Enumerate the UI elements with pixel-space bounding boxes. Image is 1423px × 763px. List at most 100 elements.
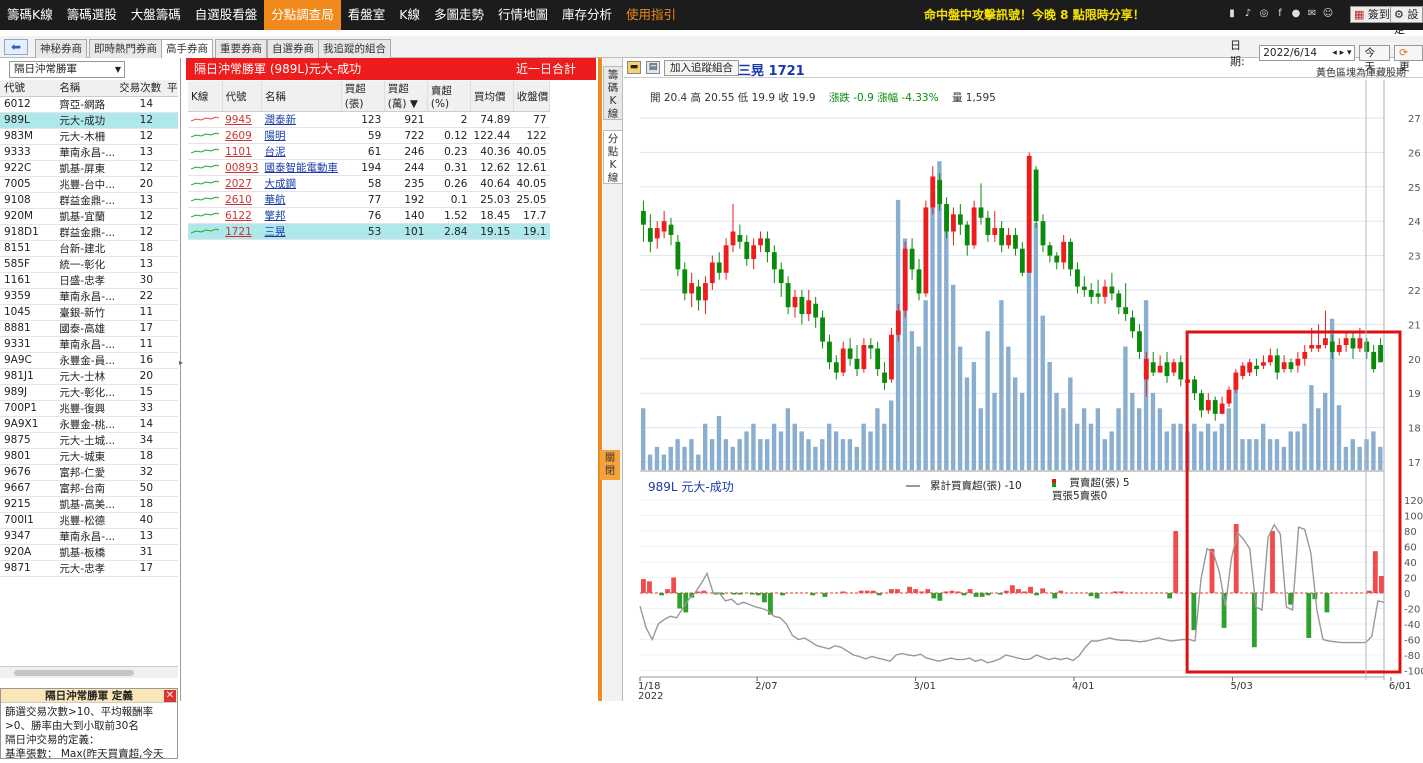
back-arrow-icon[interactable]: ⬅ <box>4 39 28 55</box>
mid-col-2[interactable]: 名稱 <box>261 81 342 112</box>
panel-divider[interactable] <box>598 58 602 701</box>
broker-row[interactable]: 9667 富邦-台南 50 <box>0 480 178 497</box>
broker-row[interactable]: 7005 兆豐-台中... 20 <box>0 176 178 193</box>
stock-cell[interactable]: 2027 <box>222 175 262 192</box>
stock-row[interactable]: 9945 潤泰新 123 921 2 74.89 77 <box>188 111 550 128</box>
stock-cell[interactable]: 國泰智能電動車 <box>261 159 342 176</box>
headset-icon[interactable]: ◎ <box>1258 7 1270 21</box>
broker-row[interactable]: 1045 臺銀-新竹 11 <box>0 304 178 321</box>
mid-col-6[interactable]: 買均價 <box>470 81 514 112</box>
chat-icon[interactable]: ● <box>1290 7 1302 21</box>
broker-row[interactable]: 8151 台新-建北 18 <box>0 240 178 257</box>
nav-item-4[interactable]: 分點調查局 <box>264 0 341 30</box>
nav-item-7[interactable]: 多圖走勢 <box>427 0 491 30</box>
broker-row[interactable]: 920M 凱基-宜蘭 12 <box>0 208 178 225</box>
promo-banner[interactable]: 命中盤中攻擊訊號！今晚 8 點限時分享！ <box>924 0 1145 30</box>
tab-chip-kline[interactable]: 籌碼K線 <box>603 66 623 120</box>
left-col-3[interactable]: 平 <box>163 80 178 97</box>
user-icon[interactable]: ☺ <box>1322 7 1334 21</box>
nav-item-0[interactable]: 籌碼K線 <box>0 0 60 30</box>
broker-row[interactable]: 9676 富邦-仁愛 32 <box>0 464 178 481</box>
tab-broker-1[interactable]: 即時熱門券商 <box>89 39 162 58</box>
strategy-dropdown[interactable]: 隔日沖常勝軍 ▼ <box>9 61 125 78</box>
broker-row[interactable]: 9875 元大-土城... 34 <box>0 432 178 449</box>
stock-cell[interactable]: 1101 <box>222 143 262 160</box>
broker-row[interactable]: 9801 元大-城東 18 <box>0 448 178 465</box>
scrollbar-thumb[interactable] <box>14 670 134 676</box>
add-tracking-button[interactable]: 加入追蹤組合 <box>664 60 739 76</box>
broker-row[interactable]: 9871 元大-忠孝 17 <box>0 560 178 577</box>
stock-cell[interactable]: 6122 <box>222 207 262 224</box>
broker-row[interactable]: 8881 國泰-高雄 17 <box>0 320 178 337</box>
tab-broker-0[interactable]: 神秘券商 <box>35 39 87 58</box>
stock-cell[interactable]: 擎邦 <box>261 207 342 224</box>
save-icon[interactable]: ▤ <box>646 61 660 74</box>
stock-row[interactable]: 2609 陽明 59 722 0.12 122.44 122 <box>188 127 550 144</box>
nav-item-3[interactable]: 自選股看盤 <box>188 0 265 30</box>
broker-row[interactable]: 9108 群益金鼎-... 13 <box>0 192 178 209</box>
facebook-icon[interactable]: f <box>1274 7 1286 21</box>
broker-row[interactable]: 9333 華南永昌-... 13 <box>0 144 178 161</box>
stock-row[interactable]: 2027 大成鋼 58 235 0.26 40.64 40.05 <box>188 175 550 192</box>
broker-row[interactable]: 700P1 兆豐-復興 33 <box>0 400 178 417</box>
nav-item-1[interactable]: 籌碼選股 <box>60 0 124 30</box>
broker-row[interactable]: 9215 凱基-高美... 18 <box>0 496 178 513</box>
mid-col-3[interactable]: 買超(張) <box>341 81 385 112</box>
nav-item-6[interactable]: K線 <box>392 0 427 30</box>
broker-row[interactable]: 983M 元大-木柵 12 <box>0 128 178 145</box>
stock-row[interactable]: 1721 三晃 53 101 2.84 19.15 19.1 <box>188 223 550 240</box>
broker-row[interactable]: 989J 元大-彰化... 15 <box>0 384 178 401</box>
bell-icon[interactable]: ♪ <box>1242 7 1254 21</box>
settings-button[interactable]: ⚙ 設定 <box>1390 6 1423 36</box>
nav-item-10[interactable]: 使用指引 <box>619 0 683 30</box>
stock-row[interactable]: 6122 擎邦 76 140 1.52 18.45 17.7 <box>188 207 550 224</box>
nav-item-5[interactable]: 看盤室 <box>341 0 393 30</box>
stock-cell[interactable]: 華航 <box>261 191 342 208</box>
collapse-arrow-icon[interactable]: ▸ <box>179 358 183 367</box>
mid-col-0[interactable]: K線 <box>188 81 223 112</box>
broker-row[interactable]: 9359 華南永昌-... 22 <box>0 288 178 305</box>
folder-icon[interactable]: ▬ <box>627 61 641 74</box>
broker-row[interactable]: 9A9C 永豐金-員... 16 <box>0 352 178 369</box>
tab-branch-kline[interactable]: 分點K線 <box>603 130 623 184</box>
stock-cell[interactable]: 1721 <box>222 223 262 240</box>
horizontal-scrollbar[interactable] <box>0 666 178 678</box>
stock-cell[interactable]: 9945 <box>222 111 262 128</box>
mid-col-4[interactable]: 買超(萬) ▼ <box>384 81 428 112</box>
nav-item-2[interactable]: 大盤籌碼 <box>124 0 188 30</box>
stock-cell[interactable]: 潤泰新 <box>261 111 342 128</box>
broker-row[interactable]: 6012 齊亞-網路 14 <box>0 96 178 113</box>
broker-row[interactable]: 1161 日盛-忠孝 30 <box>0 272 178 289</box>
tab-broker-5[interactable]: 我追蹤的組合 <box>318 39 391 58</box>
signin-button[interactable]: ▦ 簽到 <box>1350 6 1394 23</box>
broker-row[interactable]: 920A 凱基-板橋 31 <box>0 544 178 561</box>
stock-cell[interactable]: 00893 <box>222 159 262 176</box>
stock-row[interactable]: 2610 華航 77 192 0.1 25.03 25.05 <box>188 191 550 208</box>
broker-row[interactable]: 9331 華南永昌-... 11 <box>0 336 178 353</box>
broker-row[interactable]: 922C 凱基-屏東 12 <box>0 160 178 177</box>
broker-row[interactable]: 9A9X1 永豐金-桃... 14 <box>0 416 178 433</box>
stock-cell[interactable]: 台泥 <box>261 143 342 160</box>
left-col-0[interactable]: 代號 <box>0 80 56 97</box>
left-col-1[interactable]: 名稱 <box>55 80 116 97</box>
broker-row[interactable]: 585F 統一-彰化 13 <box>0 256 178 273</box>
broker-row[interactable]: 9347 華南永昌-... 13 <box>0 528 178 545</box>
stock-row[interactable]: 1101 台泥 61 246 0.23 40.36 40.05 <box>188 143 550 160</box>
broker-row[interactable]: 700I1 兆豐-松德 40 <box>0 512 178 529</box>
price-chart[interactable]: 27 26 25 24 23 22 21 20 19 18 17 120 100 80 60 40 20 0 -20… <box>624 80 1423 701</box>
document-icon[interactable]: ▮ <box>1226 7 1238 21</box>
stock-cell[interactable]: 2610 <box>222 191 262 208</box>
tab-broker-2[interactable]: 高手券商 <box>161 39 213 58</box>
broker-row[interactable]: 989L 元大-成功 12 <box>0 112 178 129</box>
mid-col-1[interactable]: 代號 <box>222 81 263 112</box>
mail-icon[interactable]: ✉ <box>1306 7 1318 21</box>
tab-broker-4[interactable]: 自選券商 <box>267 39 319 58</box>
close-icon[interactable]: ✕ <box>164 690 176 702</box>
nav-item-8[interactable]: 行情地圖 <box>491 0 555 30</box>
broker-row[interactable]: 918D1 群益金鼎-... 12 <box>0 224 178 241</box>
stock-cell[interactable]: 大成鋼 <box>261 175 342 192</box>
tab-broker-3[interactable]: 重要券商 <box>215 39 267 58</box>
nav-item-9[interactable]: 庫存分析 <box>555 0 619 30</box>
stock-cell[interactable]: 陽明 <box>261 127 342 144</box>
stock-row[interactable]: 00893 國泰智能電動車 194 244 0.31 12.62 12.61 <box>188 159 550 176</box>
